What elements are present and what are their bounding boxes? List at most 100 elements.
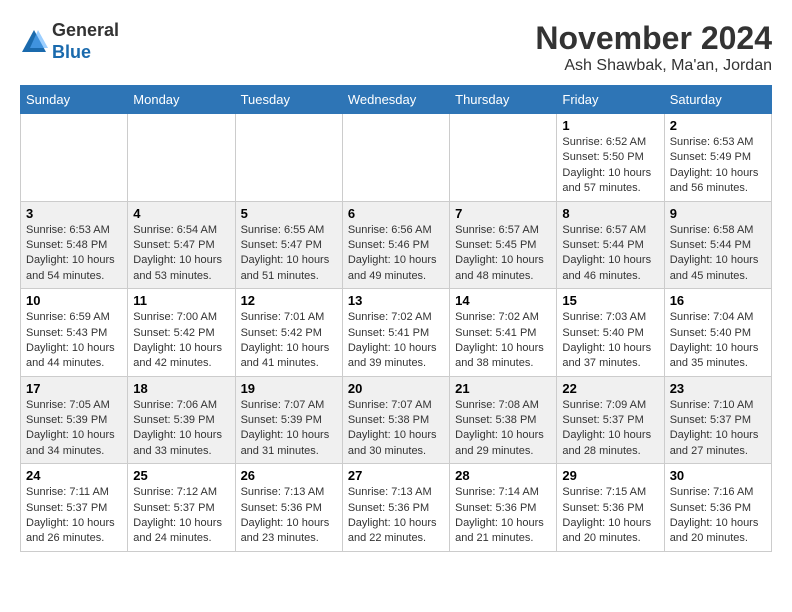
calendar-cell: 26 Sunrise: 7:13 AM Sunset: 5:36 PM Dayli… [235, 464, 342, 552]
calendar-cell: 24 Sunrise: 7:11 AM Sunset: 5:37 PM Dayli… [21, 464, 128, 552]
day-number: 5 [241, 206, 337, 221]
day-info: Sunrise: 7:07 AM Sunset: 5:38 PM Dayligh… [348, 398, 444, 460]
page-header: General Blue November 2024 Ash Shawbak, … [20, 20, 772, 75]
day-number: 16 [670, 293, 766, 308]
day-info: Sunrise: 7:10 AM Sunset: 5:37 PM Dayligh… [670, 398, 766, 460]
weekday-header-sunday: Sunday [21, 86, 128, 114]
calendar-cell: 6 Sunrise: 6:56 AM Sunset: 5:46 PM Daylig… [342, 201, 449, 289]
calendar-cell: 18 Sunrise: 7:06 AM Sunset: 5:39 PM Dayli… [128, 376, 235, 464]
day-number: 29 [562, 468, 658, 483]
weekday-header-friday: Friday [557, 86, 664, 114]
calendar-cell: 27 Sunrise: 7:13 AM Sunset: 5:36 PM Dayli… [342, 464, 449, 552]
day-info: Sunrise: 7:04 AM Sunset: 5:40 PM Dayligh… [670, 310, 766, 372]
calendar-cell: 30 Sunrise: 7:16 AM Sunset: 5:36 PM Dayli… [664, 464, 771, 552]
day-number: 26 [241, 468, 337, 483]
location-title: Ash Shawbak, Ma'an, Jordan [535, 57, 772, 75]
calendar-cell [342, 114, 449, 202]
weekday-header-saturday: Saturday [664, 86, 771, 114]
day-info: Sunrise: 7:14 AM Sunset: 5:36 PM Dayligh… [455, 485, 551, 547]
calendar-cell [450, 114, 557, 202]
calendar-cell: 1 Sunrise: 6:52 AM Sunset: 5:50 PM Daylig… [557, 114, 664, 202]
day-info: Sunrise: 6:58 AM Sunset: 5:44 PM Dayligh… [670, 223, 766, 285]
day-number: 9 [670, 206, 766, 221]
calendar-cell: 3 Sunrise: 6:53 AM Sunset: 5:48 PM Daylig… [21, 201, 128, 289]
weekday-header-tuesday: Tuesday [235, 86, 342, 114]
weekday-header-thursday: Thursday [450, 86, 557, 114]
day-info: Sunrise: 7:00 AM Sunset: 5:42 PM Dayligh… [133, 310, 229, 372]
calendar-cell: 22 Sunrise: 7:09 AM Sunset: 5:37 PM Dayli… [557, 376, 664, 464]
logo-icon [20, 28, 48, 56]
day-info: Sunrise: 6:55 AM Sunset: 5:47 PM Dayligh… [241, 223, 337, 285]
day-number: 22 [562, 381, 658, 396]
day-number: 10 [26, 293, 122, 308]
day-number: 27 [348, 468, 444, 483]
day-info: Sunrise: 7:08 AM Sunset: 5:38 PM Dayligh… [455, 398, 551, 460]
day-info: Sunrise: 7:12 AM Sunset: 5:37 PM Dayligh… [133, 485, 229, 547]
day-number: 8 [562, 206, 658, 221]
day-number: 18 [133, 381, 229, 396]
day-info: Sunrise: 6:52 AM Sunset: 5:50 PM Dayligh… [562, 135, 658, 197]
week-row-4: 17 Sunrise: 7:05 AM Sunset: 5:39 PM Dayli… [21, 376, 772, 464]
day-info: Sunrise: 6:54 AM Sunset: 5:47 PM Dayligh… [133, 223, 229, 285]
day-info: Sunrise: 7:01 AM Sunset: 5:42 PM Dayligh… [241, 310, 337, 372]
calendar-cell: 16 Sunrise: 7:04 AM Sunset: 5:40 PM Dayli… [664, 289, 771, 377]
day-number: 2 [670, 118, 766, 133]
day-number: 11 [133, 293, 229, 308]
calendar-cell: 5 Sunrise: 6:55 AM Sunset: 5:47 PM Daylig… [235, 201, 342, 289]
day-info: Sunrise: 7:16 AM Sunset: 5:36 PM Dayligh… [670, 485, 766, 547]
day-info: Sunrise: 6:53 AM Sunset: 5:48 PM Dayligh… [26, 223, 122, 285]
calendar-cell: 28Sunrise: 7:14 AM Sunset: 5:36 PM Dayli… [450, 464, 557, 552]
title-area: November 2024 Ash Shawbak, Ma'an, Jordan [535, 20, 772, 75]
day-number: 3 [26, 206, 122, 221]
day-info: Sunrise: 7:05 AM Sunset: 5:39 PM Dayligh… [26, 398, 122, 460]
calendar-cell: 14 Sunrise: 7:02 AM Sunset: 5:41 PM Dayli… [450, 289, 557, 377]
day-info: Sunrise: 7:09 AM Sunset: 5:37 PM Dayligh… [562, 398, 658, 460]
calendar-cell: 21Sunrise: 7:08 AM Sunset: 5:38 PM Dayli… [450, 376, 557, 464]
week-row-5: 24 Sunrise: 7:11 AM Sunset: 5:37 PM Dayli… [21, 464, 772, 552]
day-number: 25 [133, 468, 229, 483]
day-info: Sunrise: 7:15 AM Sunset: 5:36 PM Dayligh… [562, 485, 658, 547]
day-number: 12 [241, 293, 337, 308]
calendar-cell: 17 Sunrise: 7:05 AM Sunset: 5:39 PM Dayli… [21, 376, 128, 464]
day-info: Sunrise: 7:03 AM Sunset: 5:40 PM Dayligh… [562, 310, 658, 372]
weekday-header-row: SundayMondayTuesdayWednesdayThursdayFrid… [21, 86, 772, 114]
day-number: 1 [562, 118, 658, 133]
calendar-cell: 19 Sunrise: 7:07 AM Sunset: 5:39 PM Dayli… [235, 376, 342, 464]
day-number: 6 [348, 206, 444, 221]
calendar-cell: 8Sunrise: 6:57 AM Sunset: 5:44 PM Daylig… [557, 201, 664, 289]
day-number: 17 [26, 381, 122, 396]
calendar-cell: 29 Sunrise: 7:15 AM Sunset: 5:36 PM Dayli… [557, 464, 664, 552]
day-info: Sunrise: 7:06 AM Sunset: 5:39 PM Dayligh… [133, 398, 229, 460]
day-number: 4 [133, 206, 229, 221]
logo: General Blue [20, 20, 119, 63]
logo-general: General [52, 20, 119, 42]
week-row-2: 3 Sunrise: 6:53 AM Sunset: 5:48 PM Daylig… [21, 201, 772, 289]
calendar-cell: 4 Sunrise: 6:54 AM Sunset: 5:47 PM Daylig… [128, 201, 235, 289]
calendar-cell: 25 Sunrise: 7:12 AM Sunset: 5:37 PM Dayli… [128, 464, 235, 552]
day-info: Sunrise: 7:13 AM Sunset: 5:36 PM Dayligh… [241, 485, 337, 547]
calendar-table: SundayMondayTuesdayWednesdayThursdayFrid… [20, 85, 772, 552]
calendar-cell: 15Sunrise: 7:03 AM Sunset: 5:40 PM Dayli… [557, 289, 664, 377]
calendar-cell: 7 Sunrise: 6:57 AM Sunset: 5:45 PM Daylig… [450, 201, 557, 289]
week-row-1: 1 Sunrise: 6:52 AM Sunset: 5:50 PM Daylig… [21, 114, 772, 202]
calendar-cell: 13Sunrise: 7:02 AM Sunset: 5:41 PM Dayli… [342, 289, 449, 377]
day-number: 19 [241, 381, 337, 396]
day-number: 7 [455, 206, 551, 221]
day-number: 24 [26, 468, 122, 483]
day-number: 14 [455, 293, 551, 308]
day-info: Sunrise: 6:53 AM Sunset: 5:49 PM Dayligh… [670, 135, 766, 197]
day-info: Sunrise: 7:11 AM Sunset: 5:37 PM Dayligh… [26, 485, 122, 547]
day-info: Sunrise: 7:13 AM Sunset: 5:36 PM Dayligh… [348, 485, 444, 547]
day-info: Sunrise: 6:56 AM Sunset: 5:46 PM Dayligh… [348, 223, 444, 285]
week-row-3: 10Sunrise: 6:59 AM Sunset: 5:43 PM Dayli… [21, 289, 772, 377]
day-info: Sunrise: 7:07 AM Sunset: 5:39 PM Dayligh… [241, 398, 337, 460]
day-info: Sunrise: 7:02 AM Sunset: 5:41 PM Dayligh… [455, 310, 551, 372]
day-info: Sunrise: 7:02 AM Sunset: 5:41 PM Dayligh… [348, 310, 444, 372]
calendar-cell [235, 114, 342, 202]
calendar-cell: 20Sunrise: 7:07 AM Sunset: 5:38 PM Dayli… [342, 376, 449, 464]
calendar-cell: 12 Sunrise: 7:01 AM Sunset: 5:42 PM Dayli… [235, 289, 342, 377]
calendar-cell: 10Sunrise: 6:59 AM Sunset: 5:43 PM Dayli… [21, 289, 128, 377]
day-number: 30 [670, 468, 766, 483]
day-info: Sunrise: 6:57 AM Sunset: 5:45 PM Dayligh… [455, 223, 551, 285]
calendar-cell [21, 114, 128, 202]
